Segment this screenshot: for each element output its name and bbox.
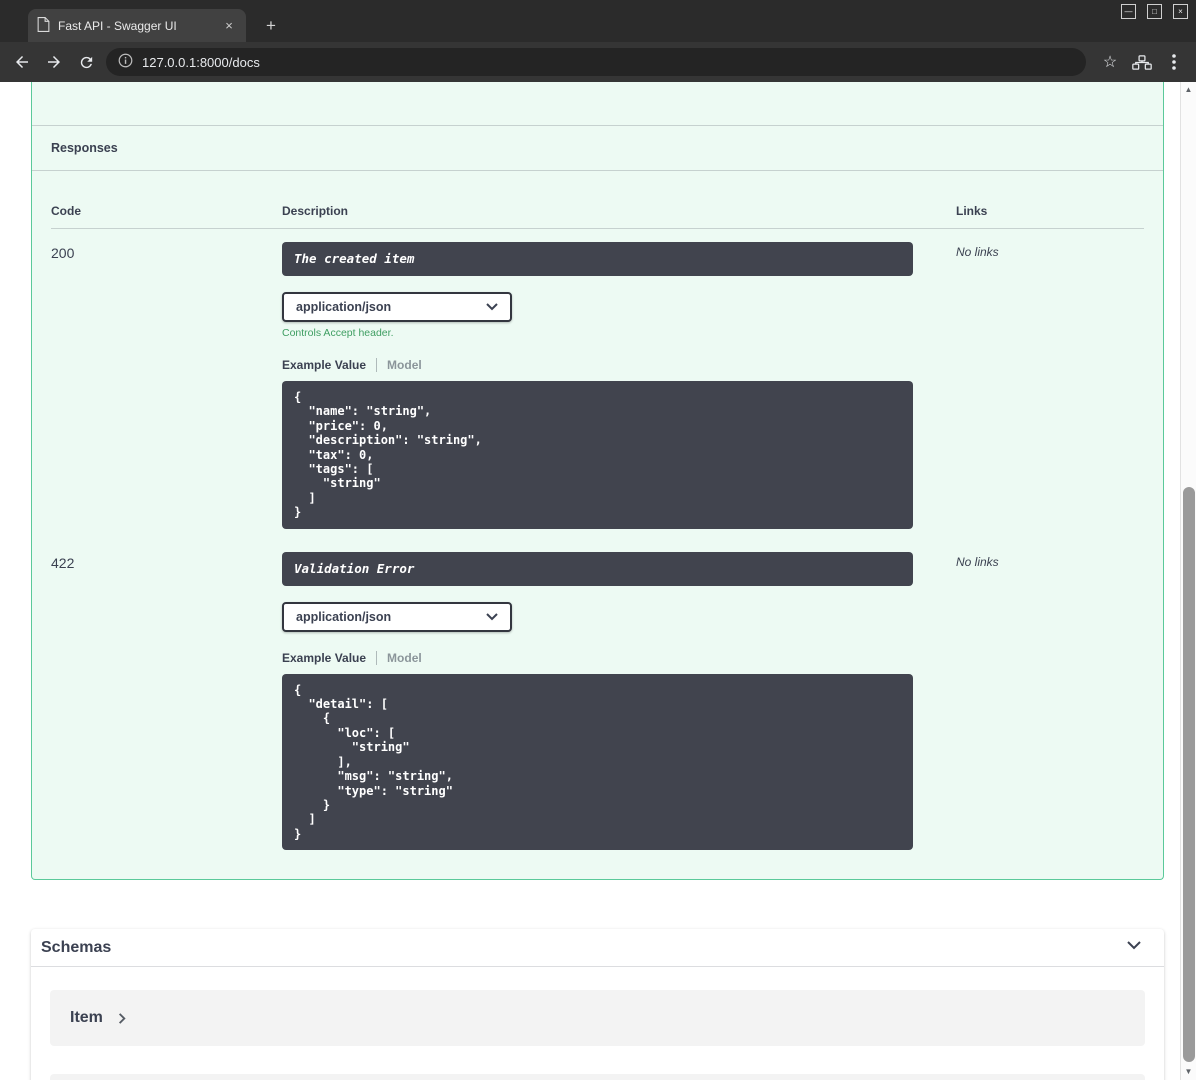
column-header-code: Code (51, 204, 81, 218)
scrollbar-thumb[interactable] (1183, 487, 1195, 1062)
tab-close-icon[interactable]: × (221, 18, 237, 33)
example-model-tabs: Example Value Model (282, 358, 956, 372)
reload-button[interactable] (70, 46, 102, 78)
page-favicon-icon (37, 16, 50, 35)
response-links: No links (956, 245, 999, 259)
tab-title: Fast API - Swagger UI (58, 18, 177, 33)
tab-example-value[interactable]: Example Value (282, 358, 366, 372)
schemas-title: Schemas (41, 938, 112, 956)
close-button[interactable]: × (1173, 4, 1188, 19)
titlebar: Fast API - Swagger UI × + — □ × (0, 0, 1196, 42)
sitemap-icon[interactable] (1126, 46, 1158, 78)
address-bar[interactable]: 127.0.0.1:8000/docs (106, 48, 1086, 76)
forward-button[interactable] (38, 46, 70, 78)
media-type-select[interactable]: application/json (282, 292, 512, 322)
bookmark-star-icon[interactable]: ☆ (1094, 46, 1126, 78)
example-json-block: { "name": "string", "price": 0, "descrip… (282, 381, 913, 529)
site-info-icon[interactable] (118, 53, 133, 71)
response-row-422: 422 Validation Error application/json Ex… (51, 539, 1144, 860)
example-json-block: { "detail": [ { "loc": [ "string" ], "ms… (282, 673, 913, 851)
schema-item-row[interactable]: Item (50, 990, 1145, 1047)
window-controls: — □ × (1121, 4, 1188, 19)
browser-tab[interactable]: Fast API - Swagger UI × (28, 9, 246, 42)
page-content: Responses Code Description Links 200 The… (0, 82, 1180, 1080)
media-type-select[interactable]: application/json (282, 601, 512, 632)
response-links: No links (956, 554, 999, 569)
browser-toolbar: 127.0.0.1:8000/docs ☆ (0, 42, 1196, 82)
scroll-up-arrow[interactable]: ▲ (1181, 82, 1196, 98)
schemas-header[interactable]: Schemas (31, 929, 1164, 968)
browser-menu-icon[interactable] (1158, 46, 1190, 78)
responses-table: Code Description Links 200 The created i… (32, 171, 1163, 879)
response-description: Validation Error (282, 551, 913, 586)
maximize-button[interactable]: □ (1147, 4, 1162, 19)
responses-section: Responses Code Description Links 200 The… (31, 82, 1164, 881)
response-row-200: 200 The created item application/json Co… (51, 229, 1144, 539)
responses-heading: Responses (32, 125, 1163, 171)
tab-model[interactable]: Model (376, 650, 422, 665)
example-model-tabs: Example Value Model (282, 650, 956, 665)
back-button[interactable] (6, 46, 38, 78)
response-code: 200 (51, 245, 75, 261)
url-text: 127.0.0.1:8000/docs (142, 54, 260, 70)
new-tab-button[interactable]: + (260, 15, 282, 37)
schemas-section: Schemas Item ValidationError (31, 929, 1164, 1080)
column-header-links: Links (956, 204, 988, 218)
opblock-spacer (32, 82, 1163, 125)
page-scrollbar[interactable]: ▲ ▼ (1180, 82, 1196, 1080)
minimize-button[interactable]: — (1121, 4, 1136, 19)
media-type-value: application/json (296, 300, 392, 314)
media-type-value: application/json (296, 609, 392, 624)
schema-validationerror-row[interactable]: ValidationError (50, 1074, 1145, 1080)
responses-table-header: Code Description Links (51, 171, 1144, 229)
response-code: 422 (51, 554, 75, 571)
response-description-cell: Validation Error application/json Exampl… (282, 551, 956, 851)
controls-accept-note: Controls Accept header. (282, 327, 394, 339)
browser-window: Fast API - Swagger UI × + — □ × 127.0.0.… (0, 0, 1196, 1080)
chevron-right-icon (115, 1012, 128, 1025)
chevron-down-icon (486, 610, 498, 624)
schemas-body: Item ValidationError (31, 967, 1164, 1080)
tab-example-value[interactable]: Example Value (282, 651, 366, 665)
chevron-down-icon (486, 300, 498, 314)
schema-name: Item (70, 1009, 103, 1027)
response-description: The created item (282, 242, 913, 276)
chevron-down-icon[interactable] (1124, 935, 1144, 960)
tab-model[interactable]: Model (376, 358, 422, 372)
column-header-description: Description (282, 204, 349, 218)
response-description-cell: The created item application/json Contro… (282, 242, 956, 529)
scroll-down-arrow[interactable]: ▼ (1181, 1064, 1196, 1080)
